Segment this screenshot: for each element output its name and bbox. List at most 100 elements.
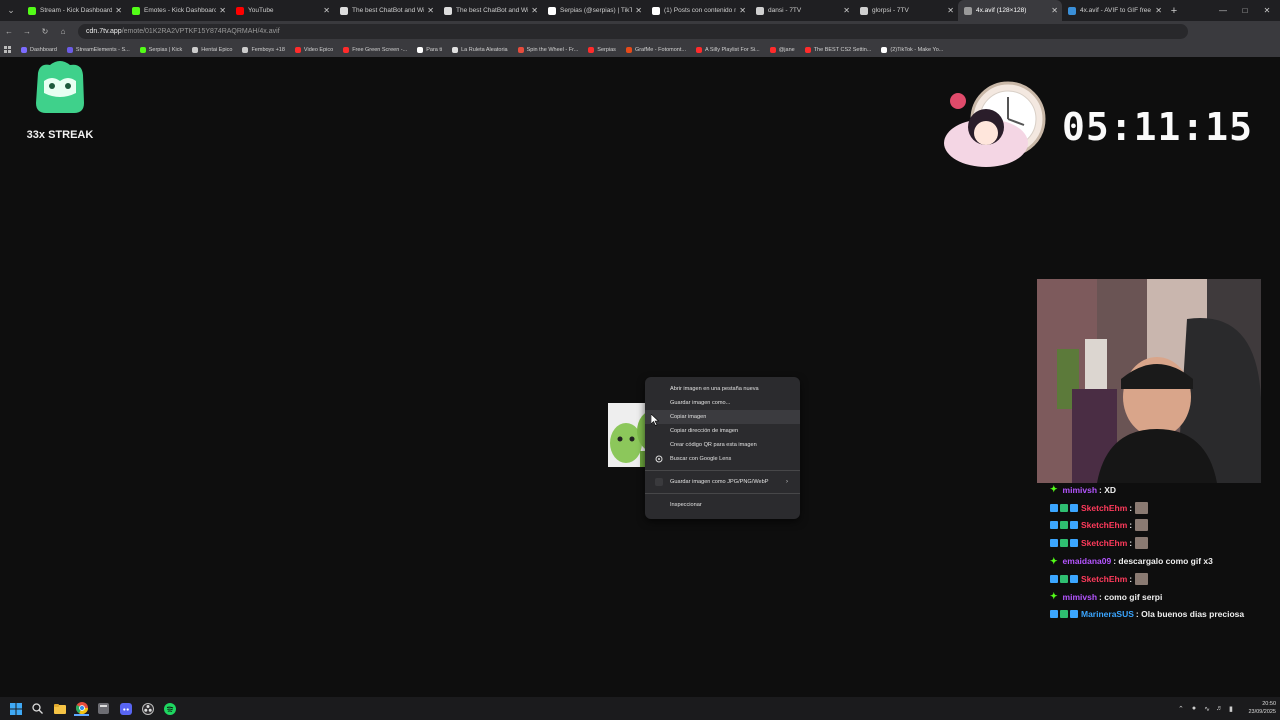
menu-item-label: Copiar dirección de imagen	[670, 428, 739, 434]
bookmark-item[interactable]: @jane	[769, 46, 795, 53]
tab-title: glorpsi - 7TV	[872, 7, 909, 14]
browser-tab[interactable]: Stream - Kick Dashboard ✕	[22, 0, 126, 21]
restore-button[interactable]: □	[1234, 0, 1256, 21]
screen: ⌄ Stream - Kick Dashboard ✕ Emotes - Kick …	[0, 0, 1280, 720]
tab-favicon-icon	[444, 6, 452, 15]
close-window-button[interactable]: ✕	[1256, 0, 1278, 21]
wifi-icon[interactable]: ∿	[1204, 705, 1210, 713]
chat-username[interactable]: SketchEhm	[1081, 520, 1127, 530]
chat-overlay: ✦ mimivsh: XD SketchEhm: SketchEhm: SketchEh…	[1050, 481, 1275, 623]
context-menu-items: Abrir imagen en una pestaña nueva Guardar…	[645, 382, 800, 466]
browser-tab[interactable]: The best ChatBot and Wi ✕	[334, 0, 438, 21]
chrome-taskbar-button[interactable]	[74, 701, 89, 716]
taskbar: ⌃ ● ∿ ♬ ▮ 20:50 23/09/2025	[0, 697, 1280, 720]
bookmark-item[interactable]: La Ruleta Aleatoria	[452, 46, 508, 53]
tab-close-icon[interactable]: ✕	[115, 6, 122, 15]
browser-tab[interactable]: YouTube ✕	[230, 0, 334, 21]
menu-item[interactable]: Buscar con Google Lens	[645, 452, 800, 466]
bookmark-item[interactable]: Serpias | Kick	[139, 46, 182, 53]
menu-item-label: Copiar imagen	[670, 414, 707, 420]
bookmark-favicon-icon	[625, 46, 632, 53]
bookmark-favicon-icon	[139, 46, 146, 53]
bookmark-item[interactable]: Serpias	[588, 46, 616, 53]
minimize-button[interactable]: —	[1212, 0, 1234, 21]
chat-username[interactable]: MarineraSUS	[1081, 609, 1134, 619]
chat-username[interactable]: emaidana09	[1063, 556, 1112, 566]
new-tab-button[interactable]: +	[1166, 5, 1182, 17]
menu-item[interactable]: Copiar dirección de imagen	[645, 424, 800, 438]
tab-close-icon[interactable]: ✕	[1155, 6, 1162, 15]
chat-text: : XD	[1099, 484, 1117, 495]
volume-icon[interactable]: ♬	[1216, 705, 1223, 712]
browser-tab[interactable]: The best ChatBot and Wi ✕	[438, 0, 542, 21]
menu-item[interactable]: Abrir imagen en una pestaña nueva	[645, 382, 800, 396]
start-button[interactable]	[8, 701, 23, 716]
browser-tab[interactable]: dansi - 7TV ✕	[750, 0, 854, 21]
obs-taskbar-button[interactable]	[140, 701, 155, 716]
chat-message: SketchEhm:	[1050, 517, 1275, 535]
menu-item[interactable]: Crear código QR para esta imagen	[645, 438, 800, 452]
system-clock[interactable]: 20:50 23/09/2025	[1236, 700, 1276, 716]
address-bar[interactable]: cdn.7tv.app/emote/01K2RA2VPTKF15Y874RAQR…	[78, 24, 1188, 39]
bookmark-item[interactable]: Para ti	[417, 46, 443, 53]
browser-tab[interactable]: (1) Posts con contenido m ✕	[646, 0, 750, 21]
bookmark-favicon-icon	[294, 46, 301, 53]
bookmark-item[interactable]: The BEST CS2 Settin...	[804, 46, 871, 53]
tab-close-icon[interactable]: ✕	[219, 6, 226, 15]
bookmark-item[interactable]: Femboys +18	[242, 46, 285, 53]
bookmark-label: Para ti	[426, 46, 443, 53]
tab-close-icon[interactable]: ✕	[635, 6, 642, 15]
bookmark-item[interactable]: StreamElements - S...	[66, 46, 130, 53]
chat-username[interactable]: mimivsh	[1063, 485, 1098, 495]
bookmark-item[interactable]: GrafMe - Fotomont...	[625, 46, 686, 53]
bookmark-item[interactable]: Dashboard	[21, 46, 57, 53]
spotify-taskbar-button[interactable]	[162, 701, 177, 716]
tab-close-icon[interactable]: ✕	[323, 6, 330, 15]
browser-tab[interactable]: 4x.avif (128×128) ✕	[958, 0, 1062, 21]
arrow-left-icon: ←	[5, 27, 13, 36]
tab-close-icon[interactable]: ✕	[1051, 6, 1058, 15]
browser-tab[interactable]: glorpsi - 7TV ✕	[854, 0, 958, 21]
bookmark-item[interactable]: A Silly Playlist For Si...	[695, 46, 760, 53]
microphone-icon[interactable]: ●	[1192, 705, 1196, 712]
apps-icon[interactable]	[4, 46, 11, 53]
forward-button[interactable]: →	[18, 21, 36, 42]
browser-tab[interactable]: Serpias (@serpias) | TikTo ✕	[542, 0, 646, 21]
back-button[interactable]: ←	[0, 21, 18, 42]
menu-item[interactable]: Guardar imagen como...	[645, 396, 800, 410]
tab-close-icon[interactable]: ✕	[843, 6, 850, 15]
menu-item-save-as-format[interactable]: Guardar imagen como JPG/PNG/WebP ›	[645, 475, 800, 489]
menu-separator	[645, 470, 800, 471]
tab-close-icon[interactable]: ✕	[427, 6, 434, 15]
discord-taskbar-button[interactable]	[118, 701, 133, 716]
chat-username[interactable]: SketchEhm	[1081, 574, 1127, 584]
battery-icon[interactable]: ▮	[1229, 705, 1233, 713]
menu-item-inspect[interactable]: Inspeccionar	[645, 498, 800, 512]
app-taskbar-button[interactable]	[96, 701, 111, 716]
bookmark-label: Serpias	[597, 46, 616, 53]
tab-close-icon[interactable]: ✕	[739, 6, 746, 15]
browser-tab[interactable]: 4x.avif - AVIF to GIF free o ✕	[1062, 0, 1166, 21]
chat-username[interactable]: mimivsh	[1063, 592, 1098, 602]
search-button[interactable]	[30, 701, 45, 716]
tab-close-icon[interactable]: ✕	[531, 6, 538, 15]
tab-search-button[interactable]: ⌄	[0, 0, 22, 21]
chevron-up-icon[interactable]: ⌃	[1178, 705, 1184, 713]
bookmark-item[interactable]: Spin the Wheel - Fr...	[517, 46, 578, 53]
menu-item[interactable]: Copiar imagen	[645, 410, 800, 424]
bookmark-item[interactable]: (2)TikTok - Make Yo...	[881, 46, 943, 53]
browser-tab[interactable]: Emotes - Kick Dashboard ✕	[126, 0, 230, 21]
bookmark-item[interactable]: Hentai Epico	[192, 46, 232, 53]
file-explorer-button[interactable]	[52, 701, 67, 716]
chat-username[interactable]: SketchEhm	[1081, 538, 1127, 548]
home-button[interactable]: ⌂	[54, 21, 72, 42]
chevron-right-icon: ›	[786, 479, 788, 485]
bookmark-item[interactable]: Video Epico	[294, 46, 333, 53]
chat-username[interactable]: SketchEhm	[1081, 503, 1127, 513]
bookmark-item[interactable]: Free Green Screen -...	[343, 46, 407, 53]
tab-close-icon[interactable]: ✕	[947, 6, 954, 15]
bookmarks-bar: Dashboard StreamElements - S... Serpias | …	[0, 42, 1280, 57]
reload-button[interactable]: ↻	[36, 21, 54, 42]
webcam-feed	[1037, 279, 1261, 483]
chat-badge-icon	[1050, 521, 1058, 530]
